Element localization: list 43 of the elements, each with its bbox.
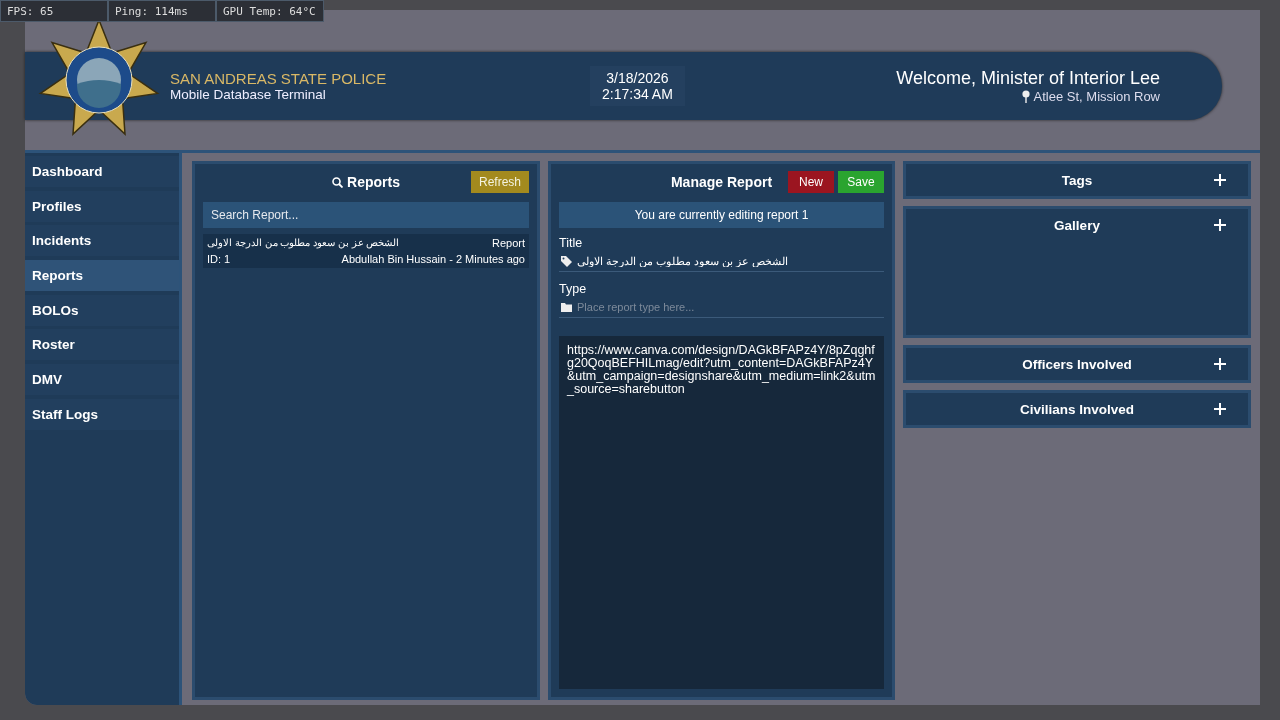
- sidebar-item[interactable]: BOLOs: [25, 294, 179, 326]
- report-body-editor[interactable]: https://www.canva.com/design/DAGkBFAPz4Y/8pZqghfg20QoqBEFHILmag/edit?utm_content=DAGkBFAPz4Y&utm_campaign=designshare&utm_medium=link2&utm_source=sharebutton: [559, 336, 884, 689]
- add-icon[interactable]: [1214, 358, 1226, 370]
- agency-name: SAN ANDREAS STATE POLICE: [170, 70, 388, 87]
- field-label: Title: [559, 236, 584, 250]
- sidebar-item[interactable]: Dashboard: [25, 156, 179, 187]
- sidebar-item[interactable]: DMV: [25, 364, 179, 396]
- report-title: الشخص عز بن سعود مطلوب من الدرجة الاولى: [207, 237, 400, 249]
- panel-title: Manage Report: [670, 174, 773, 190]
- search-icon: [332, 176, 344, 188]
- pin-icon: [1021, 90, 1030, 103]
- report-author: Abdullah Bin Hussain - 2 Minutes ago: [341, 253, 525, 265]
- search-field[interactable]: Search Report...: [203, 202, 529, 228]
- tag-icon: [561, 255, 572, 267]
- sidebar-item[interactable]: Incidents: [25, 225, 179, 257]
- app-subtitle: Mobile Database Terminal: [170, 87, 327, 102]
- section-title: Civilians Involved: [1019, 401, 1134, 417]
- stat-readout: FPS: 65: [0, 0, 108, 22]
- new-button[interactable]: New: [788, 171, 834, 193]
- section-title: Officers Involved: [1022, 356, 1132, 372]
- date-text: 3/18/2026: [606, 70, 669, 86]
- sidebar-item[interactable]: Profiles: [25, 190, 179, 222]
- panel-title: Reports: [347, 174, 400, 190]
- sidebar-item[interactable]: Roster: [25, 329, 179, 361]
- report-type: Report: [491, 237, 525, 249]
- field-label: Type: [559, 282, 588, 296]
- sidebar-item[interactable]: Reports: [25, 260, 179, 292]
- welcome-text: Welcome, Minister of Interior Lee: [896, 68, 1160, 89]
- location-text: Atlee St, Mission Row: [1033, 89, 1160, 104]
- title-field[interactable]: الشخص عز بن سعود مطلوب من الدرجة الاولى: [577, 255, 882, 267]
- section-title: Tags: [1061, 172, 1093, 188]
- add-icon[interactable]: [1214, 219, 1226, 231]
- sidebar-item[interactable]: Staff Logs: [25, 398, 179, 430]
- type-field[interactable]: Place report type here...: [577, 301, 882, 313]
- time-text: 2:17:34 AM: [602, 86, 673, 102]
- stat-readout: Ping: 114ms: [108, 0, 216, 22]
- add-icon[interactable]: [1214, 174, 1226, 186]
- folder-icon: [561, 302, 572, 312]
- report-id: ID: 1: [207, 253, 231, 265]
- editing-notice: You are currently editing report 1: [559, 202, 884, 228]
- add-icon[interactable]: [1214, 403, 1226, 415]
- stat-readout: GPU Temp: 64°C: [216, 0, 324, 22]
- section-title: Gallery: [1054, 217, 1100, 233]
